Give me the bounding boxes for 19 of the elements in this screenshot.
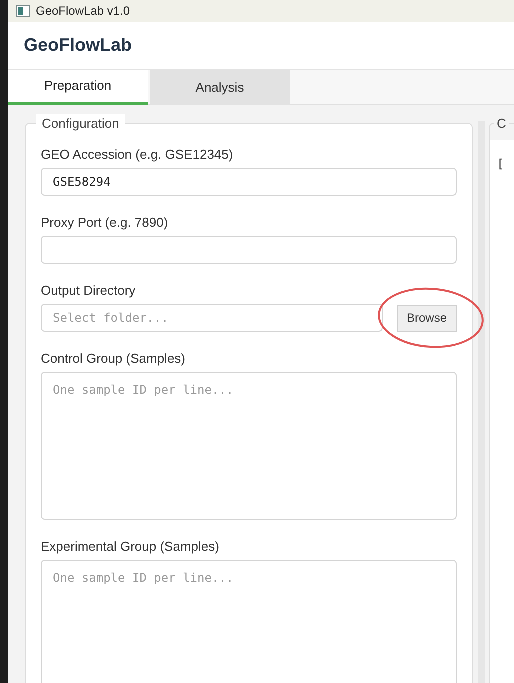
text-area[interactable]: One sample ID per line... [41, 560, 457, 683]
field-label: Proxy Port (e.g. 7890) [41, 214, 170, 232]
tab[interactable]: Preparation [8, 70, 148, 105]
tab[interactable]: Analysis [150, 70, 290, 105]
log-text: [ [497, 157, 504, 171]
field-label: Control Group (Samples) [41, 350, 186, 368]
splitter[interactable] [478, 121, 485, 683]
browse-button[interactable]: Browse [397, 304, 457, 332]
text-field[interactable] [41, 236, 457, 264]
field-label: GEO Accession (e.g. GSE12345) [41, 146, 234, 164]
field-label: Experimental Group (Samples) [41, 538, 220, 556]
text-field[interactable]: GSE58294 [41, 168, 457, 196]
text-area[interactable]: One sample ID per line... [41, 372, 457, 520]
field-label: Output Directory [41, 282, 137, 300]
window-title: GeoFlowLab v1.0 [36, 3, 130, 20]
group-title: Configuration [36, 114, 126, 134]
folder-field[interactable]: Select folder... [41, 304, 383, 332]
app-title: GeoFlowLab [24, 34, 132, 57]
app-icon [16, 5, 30, 17]
